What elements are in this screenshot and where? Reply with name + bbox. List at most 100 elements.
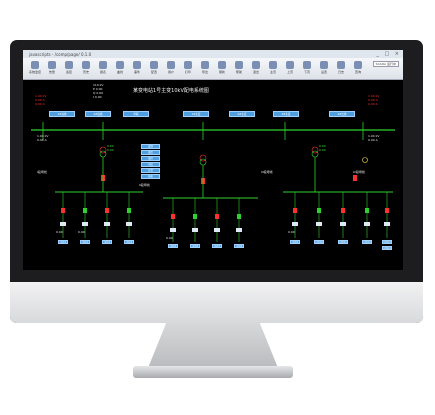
toolbar-item-15[interactable]: 上页	[282, 58, 298, 74]
toolbar-icon	[235, 61, 243, 69]
feeder-button[interactable]: 出线2	[80, 240, 90, 244]
monitor-base	[133, 366, 293, 378]
window-controls[interactable]: _ □ ×	[376, 51, 401, 57]
screen: javascripts - /comp/page/ 0.1.0 _ □ × 系统…	[23, 50, 403, 270]
toolbar-icon	[99, 61, 107, 69]
monitor-stand	[148, 323, 278, 368]
top-reading: I 0.00	[93, 95, 102, 99]
toolbar-item-2[interactable]: 遥控	[61, 58, 77, 74]
toolbar-icon	[150, 61, 158, 69]
toolbar-item-0[interactable]: 系统监控	[27, 58, 43, 74]
toolbar-item-18[interactable]: 日志	[333, 58, 349, 74]
toolbar-item-19[interactable]: 查询	[350, 58, 366, 74]
side-button[interactable]: 遥测	[141, 144, 160, 149]
toolbar-item-17[interactable]: 设置	[316, 58, 332, 74]
header-button[interactable]: 4#出线	[329, 111, 355, 117]
toolbar-label: 日志	[337, 70, 344, 74]
toolbar-icon	[269, 61, 277, 69]
left-reading: 0.00 A	[37, 138, 47, 142]
toolbar-icon	[218, 61, 226, 69]
toolbar-icon	[167, 61, 175, 69]
toolbar-item-4[interactable]: 报表	[95, 58, 111, 74]
side-button[interactable]: 遥信	[141, 150, 160, 155]
toolbar-label: 事件	[133, 70, 140, 74]
toolbar: 系统监控 告警 遥控 历史 报表 曲线 事件 配置 用户 打印 导出 刷新 帮助…	[23, 58, 403, 80]
toolbar-icon	[252, 61, 260, 69]
toolbar-item-12[interactable]: 帮助	[231, 58, 247, 74]
feeder-button[interactable]: 出线5	[168, 244, 178, 248]
toolbar-label: 打印	[184, 70, 191, 74]
toolbar-item-13[interactable]: 退出	[248, 58, 264, 74]
toolbar-label: 告警	[48, 70, 55, 74]
single-line-diagram: 110 kV P 0.00 Q 0.00 I 0.00 1.04 kV 0.00…	[23, 80, 403, 270]
left-reading: 0.00 A	[35, 102, 45, 106]
header-button[interactable]: 3#主变	[273, 111, 299, 117]
toolbar-icon	[337, 61, 345, 69]
toolbar-icon	[354, 61, 362, 69]
toolbar-item-14[interactable]: 主页	[265, 58, 281, 74]
feeder-button[interactable]: 出线6	[190, 244, 200, 248]
toolbar-label: 系统监控	[28, 70, 41, 74]
header-button[interactable]: 2#进线	[85, 111, 111, 117]
feeder-value: 0.00	[56, 230, 63, 234]
toolbar-item-10[interactable]: 导出	[197, 58, 213, 74]
feeder-button[interactable]: 出线4	[124, 240, 134, 244]
toolbar-item-8[interactable]: 用户	[163, 58, 179, 74]
toolbar-item-9[interactable]: 打印	[180, 58, 196, 74]
toolbar-icon	[320, 61, 328, 69]
window-title: javascripts - /comp/page/ 0.1.0	[29, 51, 92, 57]
feeder-button[interactable]: 出线7	[212, 244, 222, 248]
header-button[interactable]: 1#主变	[183, 111, 209, 117]
feeder-value: 0.00	[166, 236, 173, 240]
toolbar-label: 下页	[303, 70, 310, 74]
feeder-value: 0.00	[78, 230, 85, 234]
toolbar-item-5[interactable]: 曲线	[112, 58, 128, 74]
side-button[interactable]: 报表	[141, 174, 160, 179]
right-reading: 0.00 A	[368, 138, 378, 142]
toolbar-item-1[interactable]: 告警	[44, 58, 60, 74]
toolbar-label: 配置	[150, 70, 157, 74]
toolbar-icon	[82, 61, 90, 69]
bus-label: I段母线	[37, 170, 47, 174]
bus-label: III段母线	[261, 170, 273, 174]
side-button[interactable]: 遥控	[141, 156, 160, 161]
header-button[interactable]: 母联	[123, 111, 149, 117]
toolbar-label: 导出	[201, 70, 208, 74]
toolbar-item-11[interactable]: 刷新	[214, 58, 230, 74]
toolbar-label: 报表	[99, 70, 106, 74]
side-button[interactable]: 告警	[141, 168, 160, 173]
left-reading: 0.00	[107, 148, 114, 152]
toolbar-icon	[48, 61, 56, 69]
toolbar-item-3[interactable]: 历史	[78, 58, 94, 74]
toolbar-item-7[interactable]: 配置	[146, 58, 162, 74]
toolbar-icon	[65, 61, 73, 69]
monitor-chin	[10, 282, 423, 323]
toolbar-icon	[133, 61, 141, 69]
header-button[interactable]: 2#主变	[229, 111, 255, 117]
feeder-button[interactable]: 出线3	[102, 240, 112, 244]
toolbar-item-6[interactable]: 事件	[129, 58, 145, 74]
feeder-button[interactable]: 出线8	[234, 244, 244, 248]
feeder-button[interactable]: 出线1	[58, 240, 68, 244]
header-button[interactable]: 1#进线	[49, 111, 75, 117]
bus-label: II段母线	[139, 183, 150, 187]
side-button[interactable]: 电度	[141, 162, 160, 167]
toolbar-item-16[interactable]: 下页	[299, 58, 315, 74]
feeder-button[interactable]: 出线12	[362, 240, 372, 244]
page-title: 某变电站1号主变10kV配电系统图	[133, 88, 209, 94]
toolbar-label: 帮助	[235, 70, 242, 74]
feeder-button[interactable]: 出线11	[338, 240, 348, 244]
feeder-button[interactable]: 出线14	[382, 246, 392, 250]
feeder-button[interactable]: 出线13	[382, 240, 392, 244]
right-reading: 0.00 A	[368, 102, 378, 106]
toolbar-label: 退出	[252, 70, 259, 74]
feeder-button[interactable]: 出线10	[314, 240, 324, 244]
feeder-button[interactable]: 出线9	[290, 240, 300, 244]
toolbar-icon	[286, 61, 294, 69]
toolbar-icon	[116, 61, 124, 69]
window-title-bar: javascripts - /comp/page/ 0.1.0 _ □ ×	[23, 50, 403, 58]
toolbar-label: 曲线	[116, 70, 123, 74]
toolbar-label: 设置	[320, 70, 327, 74]
right-reading: 0.00	[319, 148, 326, 152]
toolbar-icon	[184, 61, 192, 69]
